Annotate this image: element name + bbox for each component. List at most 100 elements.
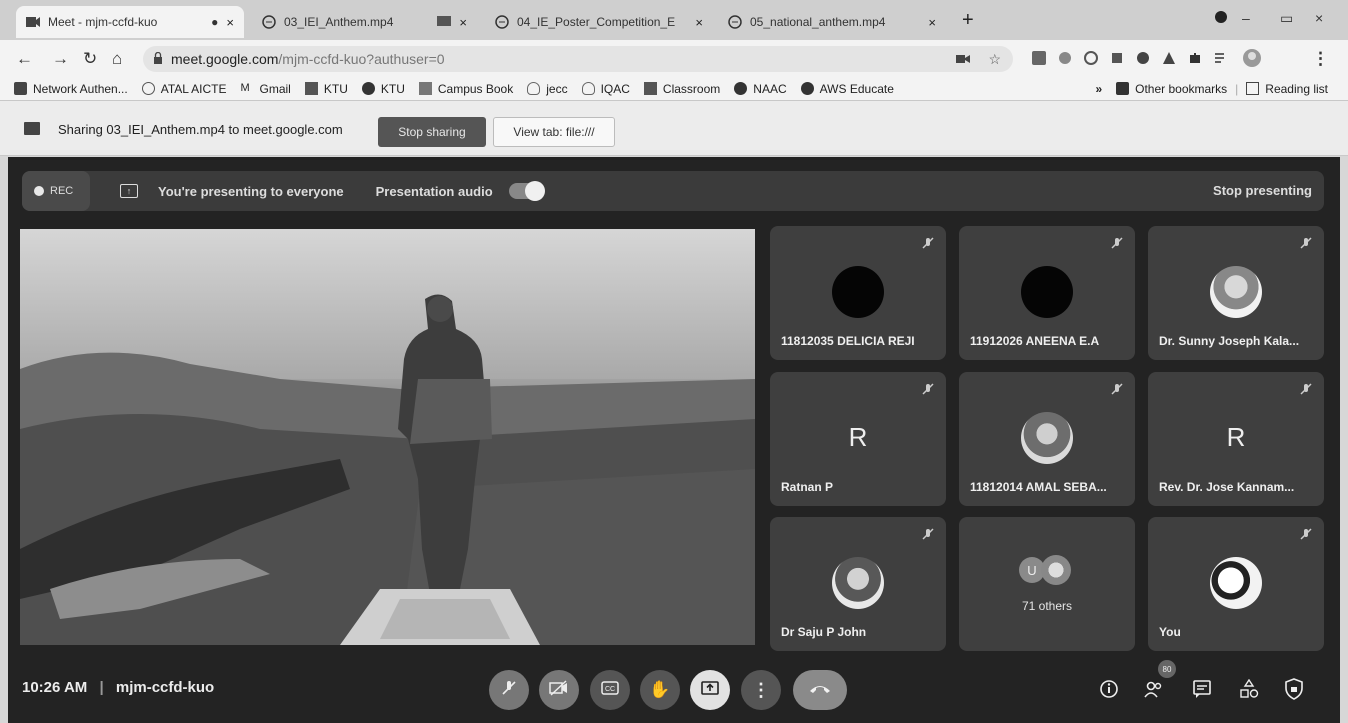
others-tile[interactable]: U 71 others — [959, 517, 1135, 651]
tab-title: 03_IEI_Anthem.mp4 — [284, 15, 394, 29]
present-screen-icon: ↑ — [120, 184, 138, 198]
tab-poster[interactable]: 04_IE_Poster_Competition_E × — [485, 6, 713, 38]
profile-dot-icon[interactable] — [1214, 10, 1228, 27]
extension-icon[interactable] — [1162, 51, 1176, 65]
avatar — [1021, 412, 1073, 464]
info-icon[interactable] — [1098, 678, 1120, 700]
present-screen-icon — [701, 680, 719, 700]
close-tab-icon[interactable]: × — [928, 15, 936, 30]
bulb-icon — [527, 82, 541, 95]
more-options-button[interactable]: ⋮ — [741, 670, 781, 710]
tab-title: Meet - mjm-ccfd-kuo — [48, 15, 158, 29]
home-icon[interactable]: ⌂ — [112, 49, 122, 69]
svg-text:CC: CC — [605, 686, 615, 693]
mic-off-icon — [1109, 236, 1125, 252]
profile-avatar-icon[interactable] — [1242, 48, 1262, 68]
media-control-icon[interactable] — [1214, 51, 1228, 65]
close-tab-icon[interactable]: × — [459, 15, 467, 30]
avatar — [1210, 266, 1262, 318]
extension-icon[interactable] — [1084, 51, 1098, 65]
participant-tile[interactable]: R Ratnan P — [770, 372, 946, 506]
mic-toggle-button[interactable] — [489, 670, 529, 710]
tab-meet[interactable]: Meet - mjm-ccfd-kuo ● × — [16, 6, 244, 38]
participant-name: Dr. Sunny Joseph Kala... — [1159, 334, 1300, 348]
bookmark-item[interactable]: KTU — [361, 82, 405, 96]
gmail-icon: M — [240, 82, 250, 94]
self-tile[interactable]: You — [1148, 517, 1324, 651]
participant-tile[interactable]: 11912026 ANEENA E.A — [959, 226, 1135, 360]
present-now-button[interactable] — [690, 670, 730, 710]
extension-icon[interactable] — [1136, 51, 1150, 65]
camera-toggle-button[interactable] — [539, 670, 579, 710]
view-tab-button[interactable]: View tab: file:/// — [493, 117, 615, 147]
people-icon[interactable] — [1143, 678, 1165, 700]
bookmark-item[interactable]: M Gmail — [241, 82, 291, 96]
tab-national-anthem[interactable]: 05_national_anthem.mp4 × — [718, 6, 946, 38]
bookmarks-overflow-icon[interactable]: » — [1095, 82, 1102, 96]
bookmark-item[interactable]: Classroom — [643, 82, 720, 96]
tab-anthem[interactable]: 03_IEI_Anthem.mp4 × — [252, 6, 477, 38]
mic-off-icon — [500, 679, 518, 702]
close-window-button[interactable]: × — [1315, 10, 1323, 26]
extension-icon[interactable] — [1110, 51, 1124, 65]
reload-icon[interactable]: ↻ — [83, 49, 97, 69]
other-bookmarks[interactable]: Other bookmarks — [1116, 82, 1227, 96]
statue-video-frame — [20, 229, 755, 645]
maximize-button[interactable]: ▭ — [1280, 10, 1293, 27]
reading-list[interactable]: Reading list — [1246, 82, 1328, 96]
mic-off-icon — [920, 527, 936, 543]
mic-off-icon — [920, 382, 936, 398]
participant-tile[interactable]: 11812014 AMAL SEBA... — [959, 372, 1135, 506]
new-tab-button[interactable]: + — [962, 9, 974, 32]
back-icon[interactable]: ← — [16, 49, 33, 69]
toolbar: ← → ↻ ⌂ meet.google.com /mjm-ccfd-kuo?au… — [0, 40, 1348, 77]
bookmark-favicon-icon — [418, 82, 432, 95]
stop-sharing-button[interactable]: Stop sharing — [378, 117, 486, 147]
presentation-audio-toggle[interactable] — [508, 181, 545, 201]
menu-kebab-icon[interactable]: ⋮ — [1312, 49, 1329, 69]
bookmark-item[interactable]: IQAC — [581, 82, 630, 96]
participant-tile[interactable]: Dr. Sunny Joseph Kala... — [1148, 226, 1324, 360]
captions-button[interactable]: CC — [590, 670, 630, 710]
bookmark-item[interactable]: Network Authen... — [14, 82, 128, 96]
activities-icon[interactable] — [1238, 678, 1260, 700]
bookmark-item[interactable]: Campus Book — [418, 82, 513, 96]
avatar — [1021, 266, 1073, 318]
presenting-status: ↑ You're presenting to everyone Presenta… — [106, 171, 1324, 211]
extension-icon[interactable] — [1032, 51, 1046, 65]
extensions-puzzle-icon[interactable] — [1188, 51, 1202, 65]
bookmark-item[interactable]: NAAC — [734, 82, 787, 96]
address-bar[interactable]: meet.google.com /mjm-ccfd-kuo?authuser=0… — [143, 46, 1013, 72]
extension-icon[interactable] — [1058, 51, 1072, 65]
close-tab-icon[interactable]: × — [695, 15, 703, 30]
meet-icon — [26, 15, 40, 29]
avatar — [832, 266, 884, 318]
forward-icon[interactable]: → — [52, 49, 69, 69]
minimize-button[interactable]: – — [1242, 10, 1250, 26]
bookmark-star-icon[interactable]: ☆ — [988, 51, 1001, 68]
participant-name: 11812035 DELICIA REJI — [781, 334, 915, 348]
close-tab-icon[interactable]: × — [226, 15, 234, 30]
sharing-message: Sharing 03_IEI_Anthem.mp4 to meet.google… — [58, 122, 343, 137]
bookmark-item[interactable]: AWS Educate — [800, 82, 894, 96]
hand-icon: ✋ — [649, 680, 671, 699]
leave-call-button[interactable] — [793, 670, 847, 710]
raise-hand-button[interactable]: ✋ — [640, 670, 680, 710]
classroom-icon — [643, 82, 657, 95]
meeting-clock: 10:26 AM | mjm-ccfd-kuo — [22, 679, 215, 696]
chat-icon[interactable] — [1191, 678, 1213, 700]
participant-tile[interactable]: Dr Saju P John — [770, 517, 946, 651]
participant-tile[interactable]: 11812035 DELICIA REJI — [770, 226, 946, 360]
record-dot-icon — [34, 186, 44, 196]
host-controls-icon[interactable] — [1283, 678, 1305, 700]
bookmark-item[interactable]: ATAL AICTE — [141, 82, 227, 96]
participant-name: You — [1159, 625, 1181, 639]
bookmark-favicon-icon — [304, 82, 318, 95]
camera-in-use-icon[interactable] — [956, 51, 971, 67]
participant-name: 11912026 ANEENA E.A — [970, 334, 1100, 348]
screen-share-icon — [24, 122, 40, 140]
bookmark-item[interactable]: jecc — [527, 82, 568, 96]
bookmark-item[interactable]: KTU — [304, 82, 348, 96]
participant-tile[interactable]: R Rev. Dr. Jose Kannam... — [1148, 372, 1324, 506]
stop-presenting-button[interactable]: Stop presenting — [1213, 183, 1312, 198]
